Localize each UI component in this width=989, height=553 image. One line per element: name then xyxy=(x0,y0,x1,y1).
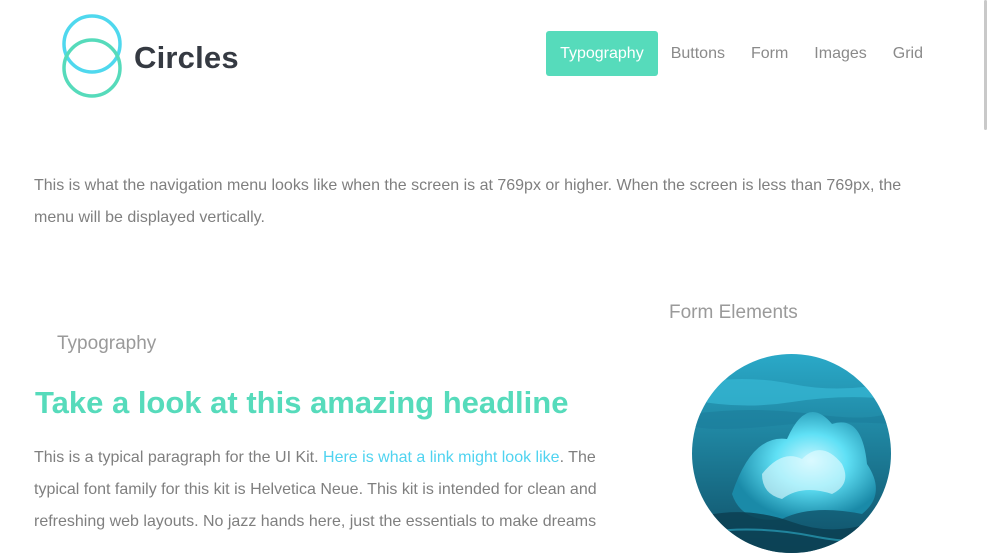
page-headline: Take a look at this amazing headline xyxy=(35,385,569,420)
nav-item-form[interactable]: Form xyxy=(738,31,801,76)
wave-image-icon xyxy=(692,354,891,553)
sample-link[interactable]: Here is what a link might look like xyxy=(323,449,560,466)
circles-logo-icon xyxy=(62,14,122,98)
nav-item-grid[interactable]: Grid xyxy=(880,31,936,76)
page-scrollbar[interactable] xyxy=(977,0,989,521)
paragraph-text-start: This is a typical paragraph for the UI K… xyxy=(34,449,324,466)
nav-item-images[interactable]: Images xyxy=(801,31,879,76)
brand-name: Circles xyxy=(134,40,239,75)
nav-item-typography[interactable]: Typography xyxy=(546,31,658,76)
ocean-wave-image xyxy=(692,354,891,553)
main-nav: Typography Buttons Form Images Grid xyxy=(546,31,936,76)
typography-section-title: Typography xyxy=(57,333,157,354)
form-elements-title: Form Elements xyxy=(669,302,798,323)
circles-logo[interactable]: Circles xyxy=(60,14,240,98)
scrollbar-thumb[interactable] xyxy=(984,0,987,130)
intro-paragraph: This is what the navigation menu looks l… xyxy=(34,177,902,226)
nav-item-buttons[interactable]: Buttons xyxy=(658,31,738,76)
typical-paragraph: This is a typical paragraph for the UI K… xyxy=(34,442,604,538)
